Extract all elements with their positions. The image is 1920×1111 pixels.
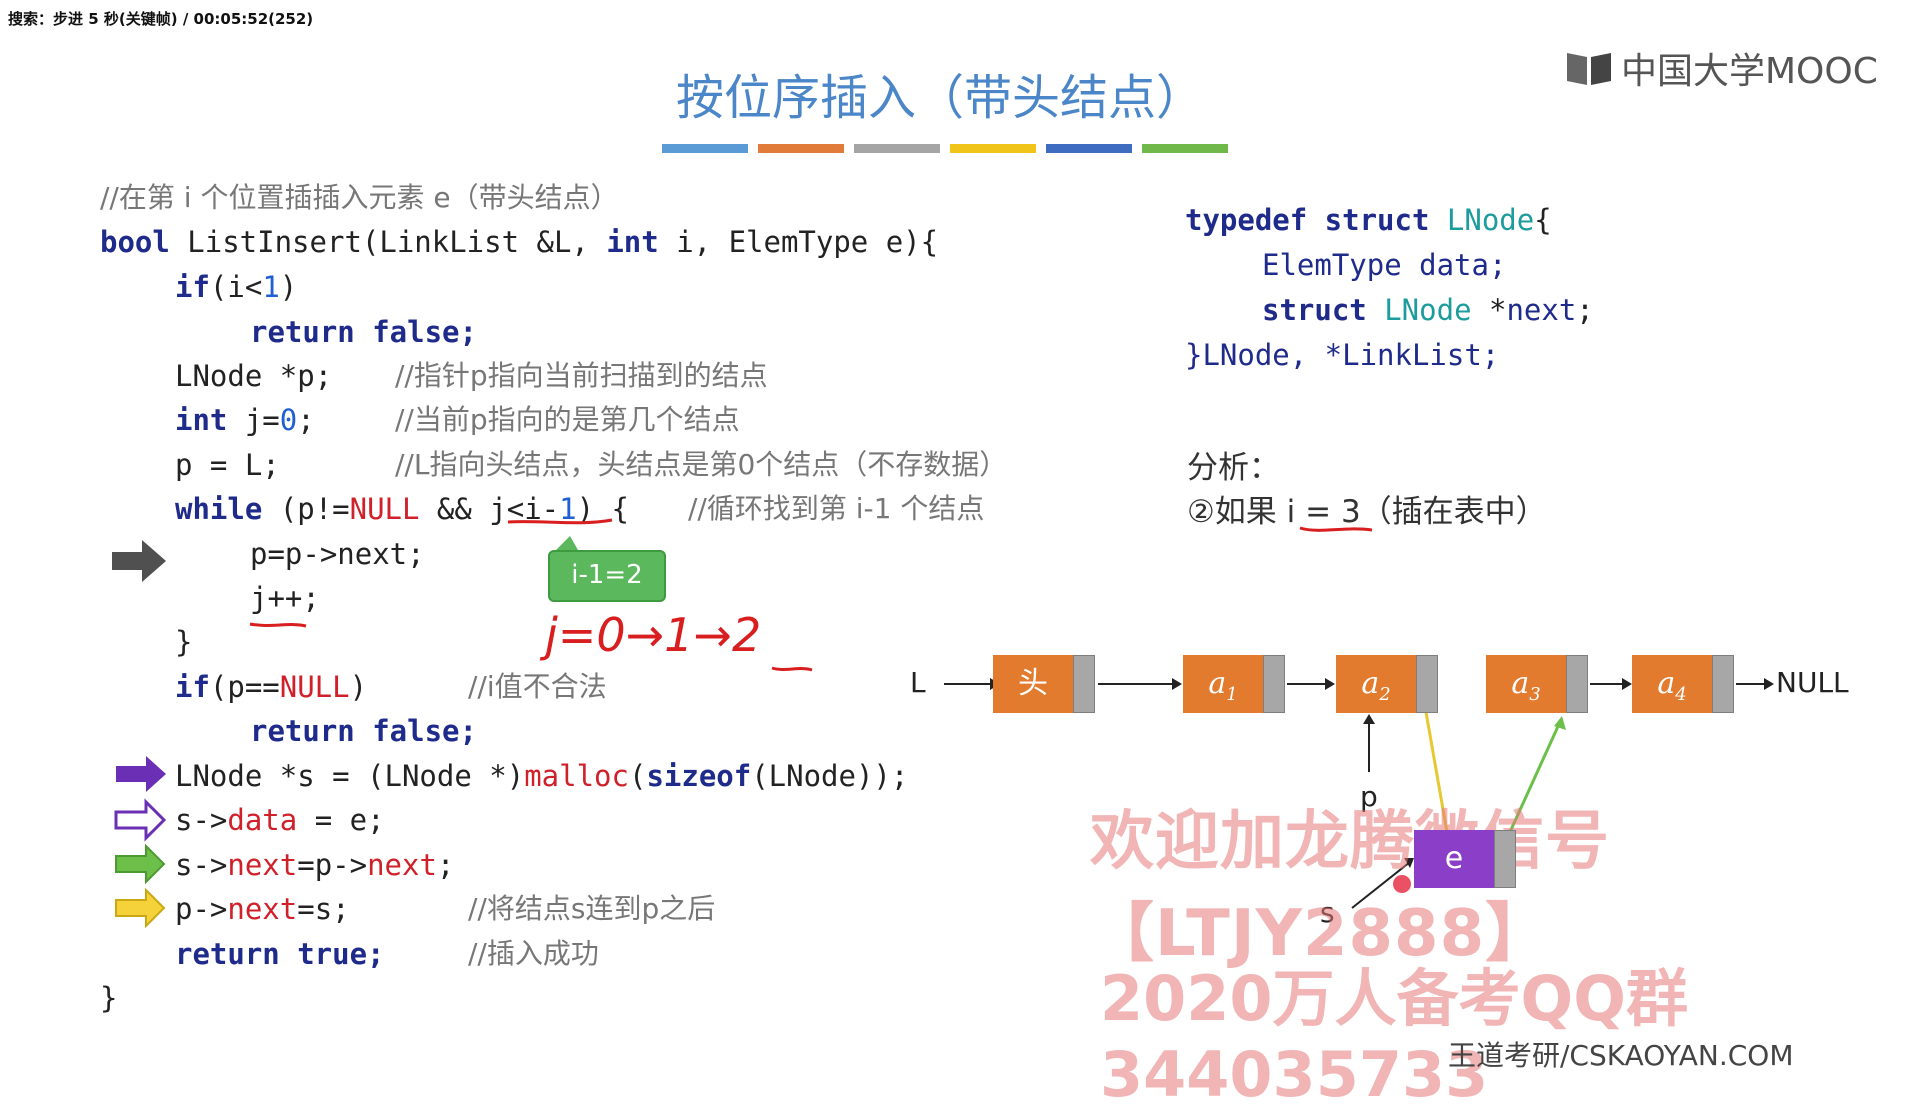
node-a3-data: a3 xyxy=(1486,655,1566,713)
node-a2-next xyxy=(1416,655,1438,713)
label-null: NULL xyxy=(1776,666,1849,699)
node-head-next xyxy=(1073,655,1095,713)
code-comment-if-null: //i值不合法 xyxy=(468,670,607,703)
code-line-p-next: p=p->next; xyxy=(250,537,425,571)
code-line-p-eq-l: p = L; xyxy=(175,448,280,482)
color-bar-segment xyxy=(758,144,844,153)
analysis-case: ②如果 i = 3（插在表中） xyxy=(1187,494,1547,530)
code-line-if: if(i<1) xyxy=(175,270,298,304)
color-bar-segment xyxy=(950,144,1036,153)
color-bar-segment xyxy=(854,144,940,153)
node-a3: a3 xyxy=(1486,655,1588,713)
handwritten-annotation: j=0→1→2 xyxy=(545,608,762,662)
code-line-malloc: LNode *s = (LNode *)malloc(sizeof(LNode)… xyxy=(175,759,909,793)
color-bar-segment xyxy=(1046,144,1132,153)
analysis: 分析： ②如果 i = 3（插在表中） xyxy=(1187,446,1547,534)
code-comment-pointer-p: //指针p指向当前扫描到的结点 xyxy=(395,359,768,392)
code-line-while: while (p!=NULL && j<i-1) { xyxy=(175,492,630,526)
node-head-data: 头 xyxy=(993,655,1073,713)
footer-credit: 王道考研/CSKAOYAN.COM xyxy=(1448,1039,1794,1072)
node-e-next xyxy=(1494,830,1516,888)
node-a4-data: a4 xyxy=(1632,655,1712,713)
code-comment-p-eq-l: //L指向头结点，头结点是第0个结点（不存数据） xyxy=(395,448,1008,481)
struct-line-3: struct LNode *next; xyxy=(1262,293,1594,327)
color-bar-segment xyxy=(1142,144,1228,153)
code-line-pointer-p: LNode *p; xyxy=(175,359,333,393)
node-a2-data: a2 xyxy=(1336,655,1416,713)
analysis-heading: 分析： xyxy=(1187,450,1280,486)
code-comment-while: //循环找到第 i-1 个结点 xyxy=(688,492,985,525)
watermark-qq: 2020万人备考QQ群 344035733 xyxy=(1100,962,1688,1111)
slide-title: 按位序插入（带头结点） xyxy=(675,70,1204,126)
value-tooltip: i-1=2 xyxy=(548,550,666,602)
struct-line-1: typedef struct LNode{ xyxy=(1185,203,1552,237)
code-block: //在第 i 个位置插插入元素 e（带头结点） bool ListInsert(… xyxy=(0,0,1920,1015)
code-line-p-next-s: p->next=s; xyxy=(175,892,350,926)
code-line-return-true: return true; xyxy=(175,937,385,971)
code-line-s-data: s->data = e; xyxy=(175,803,385,837)
code-line-if-null: if(p==NULL) xyxy=(175,670,368,704)
code-line-close-func: } xyxy=(100,981,118,1015)
color-bar xyxy=(662,144,1228,153)
code-comment-p-next-s: //将结点s连到p之后 xyxy=(468,892,716,925)
node-a1-next xyxy=(1263,655,1285,713)
code-comment-int-j: //当前p指向的是第几个结点 xyxy=(395,403,740,436)
node-e-data: e xyxy=(1414,830,1494,888)
code-line-j-inc: j++; xyxy=(250,581,320,615)
label-L: L xyxy=(910,666,926,699)
code-line-close-while: } xyxy=(175,625,193,659)
node-a1-data: a1 xyxy=(1183,655,1263,713)
code-line-return-false: return false; xyxy=(250,315,477,349)
struct-line-2: ElemType data; xyxy=(1262,248,1507,282)
code-line-signature: bool ListInsert(LinkList &L, int i, Elem… xyxy=(100,225,939,259)
code-line-s-next: s->next=p->next; xyxy=(175,848,455,882)
node-a1: a1 xyxy=(1183,655,1285,713)
node-a4-next xyxy=(1712,655,1734,713)
code-comment-header: //在第 i 个位置插插入元素 e（带头结点） xyxy=(100,181,619,214)
code-line-int-j: int j=0; xyxy=(175,403,315,437)
node-a3-next xyxy=(1566,655,1588,713)
node-a4: a4 xyxy=(1632,655,1734,713)
code-line-return-false-2: return false; xyxy=(250,714,477,748)
code-comment-return-true: //插入成功 xyxy=(468,937,599,970)
node-head: 头 xyxy=(993,655,1095,713)
node-e: e xyxy=(1414,830,1516,888)
node-a2: a2 xyxy=(1336,655,1438,713)
struct-line-4: }LNode, *LinkList; xyxy=(1185,338,1500,372)
color-bar-segment xyxy=(662,144,748,153)
player-status: 搜索：步进 5 秒(关键帧) / 00:05:52(252) xyxy=(8,10,314,28)
